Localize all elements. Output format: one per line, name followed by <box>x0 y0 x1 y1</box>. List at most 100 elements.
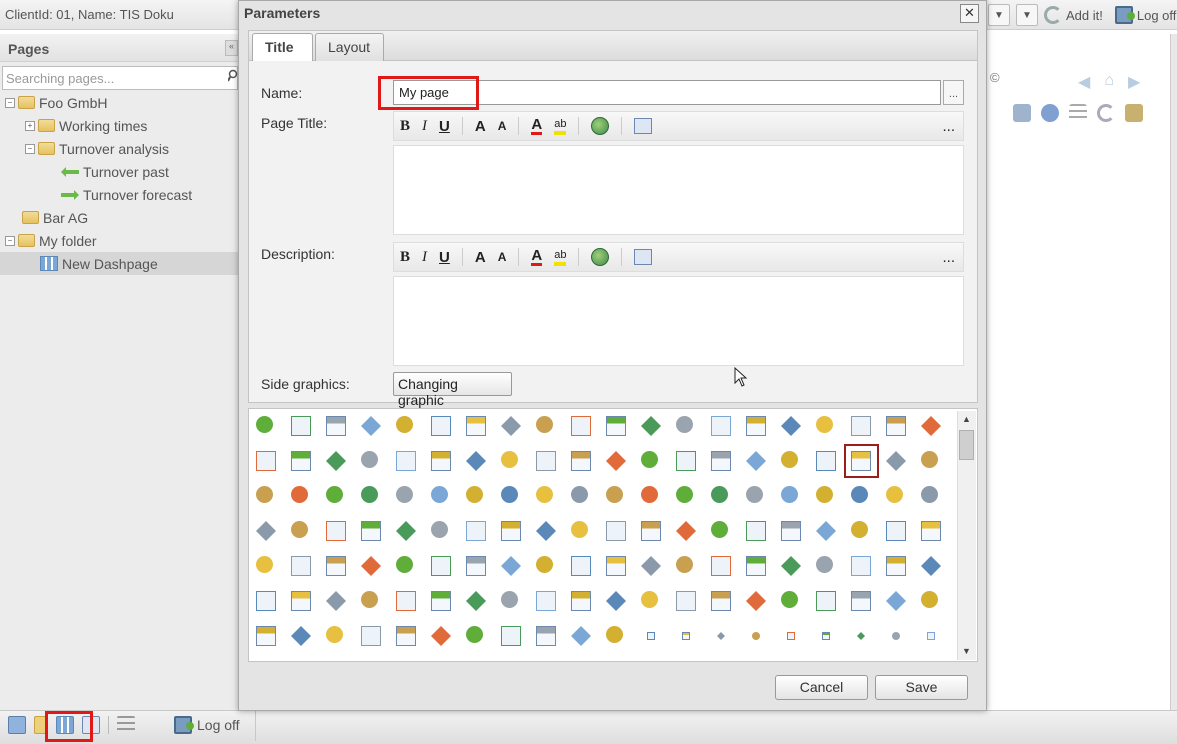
icon-option[interactable] <box>886 556 906 576</box>
icon-option[interactable] <box>396 626 416 646</box>
back-icon[interactable]: ◀ <box>1078 72 1090 92</box>
icon-option[interactable] <box>536 626 556 646</box>
highlight-color-button[interactable]: ab <box>554 249 567 266</box>
font-color-button[interactable]: A <box>531 248 543 266</box>
icon-option[interactable] <box>606 416 626 436</box>
icon-option[interactable] <box>781 451 798 468</box>
icon-option[interactable] <box>886 416 906 436</box>
icon-option[interactable] <box>682 632 690 640</box>
icon-option[interactable] <box>361 556 381 576</box>
italic-button[interactable]: I <box>422 249 427 266</box>
icon-option[interactable] <box>851 591 871 611</box>
icon-option[interactable] <box>921 451 938 468</box>
icon-option[interactable] <box>256 451 276 471</box>
icon-option[interactable] <box>396 591 416 611</box>
scroll-up-icon[interactable]: ▲ <box>962 414 971 424</box>
expand-icon[interactable]: + <box>25 120 35 131</box>
icon-option[interactable] <box>431 591 451 611</box>
font-color-button[interactable]: A <box>531 117 543 135</box>
icon-option[interactable] <box>851 556 871 576</box>
icon-option[interactable] <box>851 416 871 436</box>
collapse-icon[interactable]: − <box>5 235 15 246</box>
icon-option[interactable] <box>781 591 798 608</box>
exit-icon[interactable] <box>1125 104 1143 122</box>
icon-option[interactable] <box>466 626 483 643</box>
shrink-font-button[interactable]: A <box>498 250 507 264</box>
icon-option[interactable] <box>886 451 906 471</box>
toolbar-more[interactable]: ... <box>942 118 955 135</box>
icon-option[interactable] <box>886 521 906 541</box>
icon-option[interactable] <box>711 451 731 471</box>
underline-button[interactable]: U <box>439 118 450 135</box>
icon-option[interactable] <box>606 521 626 541</box>
icon-option[interactable] <box>851 486 868 503</box>
icon-option[interactable] <box>822 632 830 640</box>
icon-option[interactable] <box>256 626 276 646</box>
collapse-icon[interactable]: − <box>5 97 15 108</box>
icon-option[interactable] <box>641 486 658 503</box>
icon-option[interactable] <box>816 486 833 503</box>
description-editor[interactable] <box>393 276 964 366</box>
log-off-button[interactable]: Log off <box>1114 6 1176 24</box>
icon-option[interactable] <box>711 521 728 538</box>
icon-option[interactable] <box>711 556 731 576</box>
icon-option[interactable] <box>466 521 486 541</box>
icon-option[interactable] <box>927 632 935 640</box>
bold-button[interactable]: B <box>400 249 410 266</box>
cancel-button[interactable]: Cancel <box>775 675 868 700</box>
icon-option[interactable] <box>606 451 626 471</box>
icon-option[interactable] <box>431 521 448 538</box>
highlight-color-button[interactable]: ab <box>554 118 567 135</box>
search-icon[interactable] <box>227 69 238 83</box>
icon-option[interactable] <box>466 416 486 436</box>
search-pages-input[interactable]: Searching pages... <box>2 66 238 90</box>
icon-option[interactable] <box>536 451 556 471</box>
underline-button[interactable]: U <box>439 249 450 266</box>
icon-option[interactable] <box>676 451 696 471</box>
link-icon[interactable] <box>591 248 610 266</box>
icon-option[interactable] <box>711 416 731 436</box>
icon-option[interactable] <box>571 521 588 538</box>
icon-option[interactable] <box>326 416 346 436</box>
icon-option[interactable] <box>571 486 588 503</box>
icon-option[interactable] <box>746 591 766 611</box>
forward-icon[interactable]: ▶ <box>1128 72 1140 92</box>
icon-option[interactable] <box>396 486 413 503</box>
icon-option[interactable] <box>326 521 346 541</box>
icon-option[interactable] <box>536 591 556 611</box>
icon-option[interactable] <box>501 556 521 576</box>
collapse-icon[interactable]: − <box>25 143 35 154</box>
icon-option[interactable] <box>746 521 766 541</box>
name-more-button[interactable]: ... <box>943 80 964 105</box>
icon-option[interactable] <box>711 486 728 503</box>
icon-option[interactable] <box>571 451 591 471</box>
icon-option[interactable] <box>431 451 451 471</box>
close-icon[interactable]: ✕ <box>960 4 979 23</box>
icon-option[interactable] <box>571 591 591 611</box>
icon-option[interactable] <box>711 591 731 611</box>
icon-option[interactable] <box>466 591 486 611</box>
icon-option[interactable] <box>857 632 865 640</box>
icon-option[interactable] <box>361 591 378 608</box>
icon-option[interactable] <box>746 556 766 576</box>
icon-option[interactable] <box>921 591 938 608</box>
icon-option[interactable] <box>396 416 413 433</box>
insert-image-icon[interactable] <box>634 249 653 265</box>
icon-option[interactable] <box>431 626 451 646</box>
tree-item-foo-gmbh[interactable]: − Foo GmbH <box>0 91 240 114</box>
list-icon[interactable] <box>117 716 135 734</box>
icon-option[interactable] <box>676 486 693 503</box>
wrench-icon[interactable] <box>1013 104 1031 122</box>
icon-option[interactable] <box>647 632 655 640</box>
grow-font-button[interactable]: A <box>475 249 486 266</box>
icon-option[interactable] <box>571 556 591 576</box>
icon-option[interactable] <box>536 416 553 433</box>
icon-option[interactable] <box>676 521 696 541</box>
icon-option[interactable] <box>256 486 273 503</box>
icon-option[interactable] <box>921 521 941 541</box>
icon-option[interactable] <box>291 451 311 471</box>
icon-option[interactable] <box>256 556 273 573</box>
tree-item-turnover-past[interactable]: Turnover past <box>0 160 240 183</box>
changing-graphic-button[interactable]: Changing graphic <box>393 372 512 408</box>
icon-option[interactable] <box>606 591 626 611</box>
